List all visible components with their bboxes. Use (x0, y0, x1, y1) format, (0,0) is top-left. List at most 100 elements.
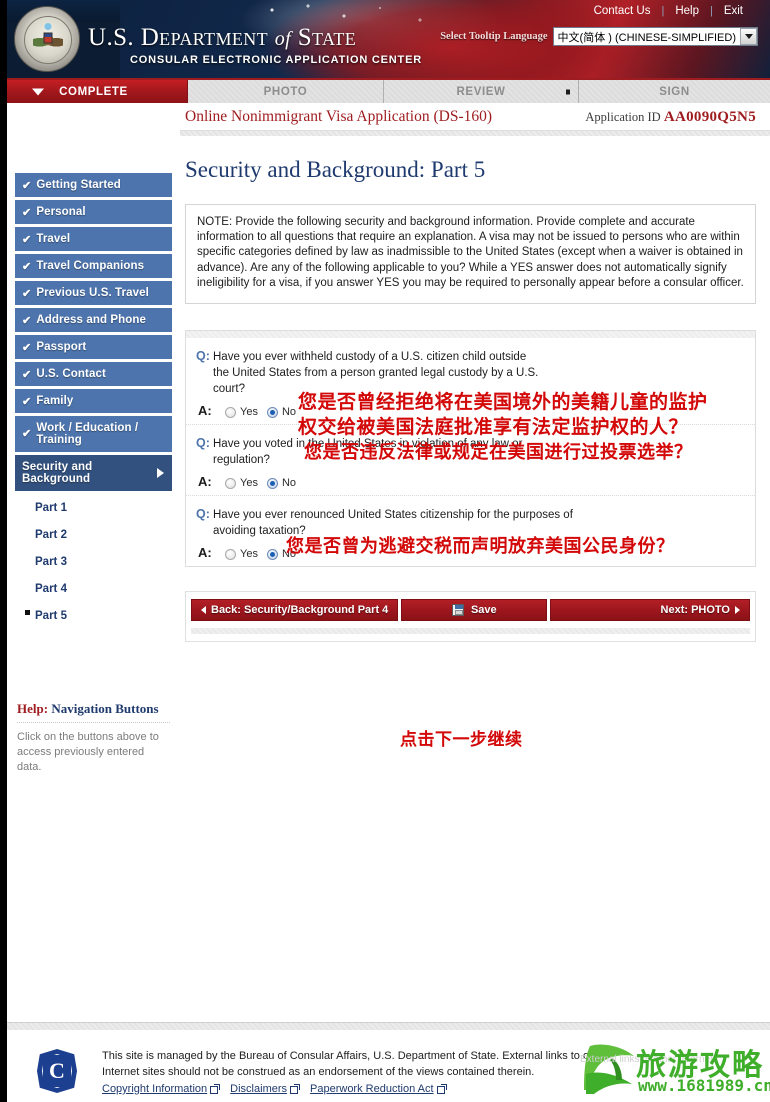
application-id: Application ID AA0090Q5N5 (585, 109, 756, 126)
footer-text-block: This site is managed by the Bureau of Co… (102, 1049, 622, 1098)
copyright-information-link[interactable]: Copyright Information (102, 1082, 221, 1098)
help-panel-title: Help: Navigation Buttons (17, 701, 170, 723)
tab-complete-label: COMPLETE (59, 85, 128, 98)
button-row: Back: Security/Background Part 4 Save Ne… (191, 599, 750, 622)
radio-no-1[interactable] (266, 406, 278, 418)
annotation-q1-line1: 您是否曾经拒绝将在美国境外的美籍儿童的监护 (298, 391, 708, 414)
page-left-rail (0, 0, 7, 1102)
copyright-information-label: Copyright Information (102, 1083, 208, 1095)
sidebar-item-us-contact[interactable]: ✔ U.S. Contact (15, 362, 172, 386)
question-text: Have you ever withheld custody of a U.S.… (213, 351, 539, 396)
sidebar-item-label: Security and Background (22, 460, 93, 486)
sidebar-subitem-part-3[interactable]: Part 3 (15, 548, 172, 575)
radio-option-no-1[interactable]: No (266, 406, 296, 418)
answer-radio-group-2[interactable]: Yes No (213, 477, 296, 489)
note-text: NOTE: Provide the following security and… (197, 216, 744, 289)
help-panel-body: Click on the buttons above to access pre… (17, 731, 159, 773)
radio-yes-label: Yes (240, 406, 258, 419)
sidebar-item-label: Passport (36, 341, 87, 353)
sidebar-item-label: Travel Companions (36, 260, 145, 272)
watermark-leaf-icon (584, 1044, 634, 1094)
seal-inner-shape: C (42, 1054, 72, 1088)
paperwork-reduction-act-link[interactable]: Paperwork Reduction Act (310, 1082, 447, 1098)
sidebar-item-label: U.S. Contact (36, 368, 106, 380)
sidebar-subitem-label: Part 2 (35, 528, 67, 541)
sidebar-subitem-part-1[interactable]: Part 1 (15, 494, 172, 521)
tab-photo-label: PHOTO (263, 85, 308, 98)
chevron-left-icon (201, 606, 206, 615)
radio-no-3[interactable] (266, 548, 278, 560)
questions-panel: Q: Have you ever withheld custody of a U… (185, 330, 756, 568)
sidebar-item-address-and-phone[interactable]: ✔ Address and Phone (15, 308, 172, 332)
disclaimers-link[interactable]: Disclaimers (230, 1082, 301, 1098)
site-watermark: External links to other Internet 旅游攻略 ww… (580, 1036, 770, 1102)
questions-panel-top-strip (186, 331, 755, 339)
sidebar-item-previous-us-travel[interactable]: ✔ Previous U.S. Travel (15, 281, 172, 305)
sidebar-item-travel-companions[interactable]: ✔ Travel Companions (15, 254, 172, 278)
check-icon: ✔ (22, 260, 32, 273)
paperwork-reduction-act-label: Paperwork Reduction Act (310, 1083, 434, 1095)
sidebar-item-security-and-background[interactable]: Security and Background (15, 455, 172, 491)
sidebar-subitem-part-2[interactable]: Part 2 (15, 521, 172, 548)
sidebar-item-passport[interactable]: ✔ Passport (15, 335, 172, 359)
radio-yes-2[interactable] (225, 477, 236, 489)
radio-yes-3[interactable] (225, 548, 236, 560)
sidebar-item-label: Work / Education / Training (36, 421, 139, 447)
contact-us-link[interactable]: Contact Us (583, 5, 662, 17)
next-button[interactable]: Next: PHOTO (550, 599, 750, 622)
sidebar-subitem-label: Part 4 (35, 582, 67, 595)
save-button[interactable]: Save (401, 599, 548, 622)
back-button[interactable]: Back: Security/Background Part 4 (191, 599, 399, 622)
answer-radio-group-1[interactable]: Yes No (213, 406, 296, 418)
application-bar: Online Nonimmigrant Visa Application (DS… (180, 103, 770, 131)
radio-option-yes-2[interactable]: Yes (225, 477, 258, 489)
radio-yes-1[interactable] (225, 406, 236, 418)
us-department-of-state-seal-icon (14, 6, 80, 72)
check-icon: ✔ (22, 179, 32, 192)
application-id-value: AA0090Q5N5 (663, 109, 756, 125)
answer-radio-group-3[interactable]: Yes No (213, 548, 296, 560)
radio-no-label: No (281, 477, 297, 490)
tab-review[interactable]: REVIEW (384, 80, 579, 103)
sidebar-item-family[interactable]: ✔ Family (15, 389, 172, 413)
exit-link[interactable]: Exit (713, 5, 754, 17)
radio-yes-label: Yes (240, 548, 258, 561)
sidebar-subitem-part-5[interactable]: Part 5 (15, 602, 172, 629)
help-link[interactable]: Help (664, 5, 710, 17)
tab-complete[interactable]: COMPLETE (0, 80, 188, 103)
tab-sign[interactable]: SIGN (579, 80, 770, 103)
organization-title: U.S. DEPARTMENT of STATE (88, 24, 357, 51)
sidebar-item-label: Travel (36, 233, 71, 245)
seal-letter: C (49, 1058, 65, 1083)
main-content: Online Nonimmigrant Visa Application (DS… (180, 103, 770, 643)
note-box: NOTE: Provide the following security and… (185, 204, 756, 305)
tooltip-language-selector[interactable]: Select Tooltip Language 中文(简体 ) (CHINESE… (440, 27, 758, 46)
button-bar-bottom-strip (191, 628, 750, 635)
sidebar-item-personal[interactable]: ✔ Personal (15, 200, 172, 224)
site-footer: C This site is managed by the Bureau of … (7, 1022, 770, 1102)
sidebar-item-label: Personal (36, 206, 86, 218)
question-marker: Q: (196, 349, 210, 364)
back-button-label: Back: Security/Background Part 4 (211, 604, 389, 617)
sidebar-subitem-part-4[interactable]: Part 4 (15, 575, 172, 602)
tab-marker-dot-icon (566, 89, 570, 94)
sidebar-item-work-education-training[interactable]: ✔ Work / Education / Training (15, 416, 172, 452)
check-icon: ✔ (22, 287, 32, 300)
answer-marker: A: (198, 474, 212, 490)
language-dropdown[interactable]: 中文(简体 ) (CHINESE-SIMPLIFIED) (552, 27, 758, 46)
help-panel-title-prefix: Help: (17, 701, 49, 716)
sidebar-item-getting-started[interactable]: ✔ Getting Started (15, 173, 172, 197)
chevron-down-icon[interactable] (740, 28, 757, 45)
radio-no-2[interactable] (266, 477, 278, 489)
answer-marker: A: (198, 403, 212, 419)
question-text: Have you ever renounced United States ci… (213, 509, 573, 538)
tab-sign-label: SIGN (659, 85, 690, 98)
sidebar-item-label: Family (36, 395, 74, 407)
radio-option-no-2[interactable]: No (266, 477, 297, 490)
sidebar-item-travel[interactable]: ✔ Travel (15, 227, 172, 251)
annotation-next-step: 点击下一步继续 (400, 730, 523, 750)
radio-option-yes-3[interactable]: Yes (225, 548, 258, 560)
radio-option-yes-1[interactable]: Yes (225, 406, 258, 418)
question-block-3: Q: Have you ever renounced United States… (186, 495, 755, 566)
tab-photo[interactable]: PHOTO (188, 80, 384, 103)
